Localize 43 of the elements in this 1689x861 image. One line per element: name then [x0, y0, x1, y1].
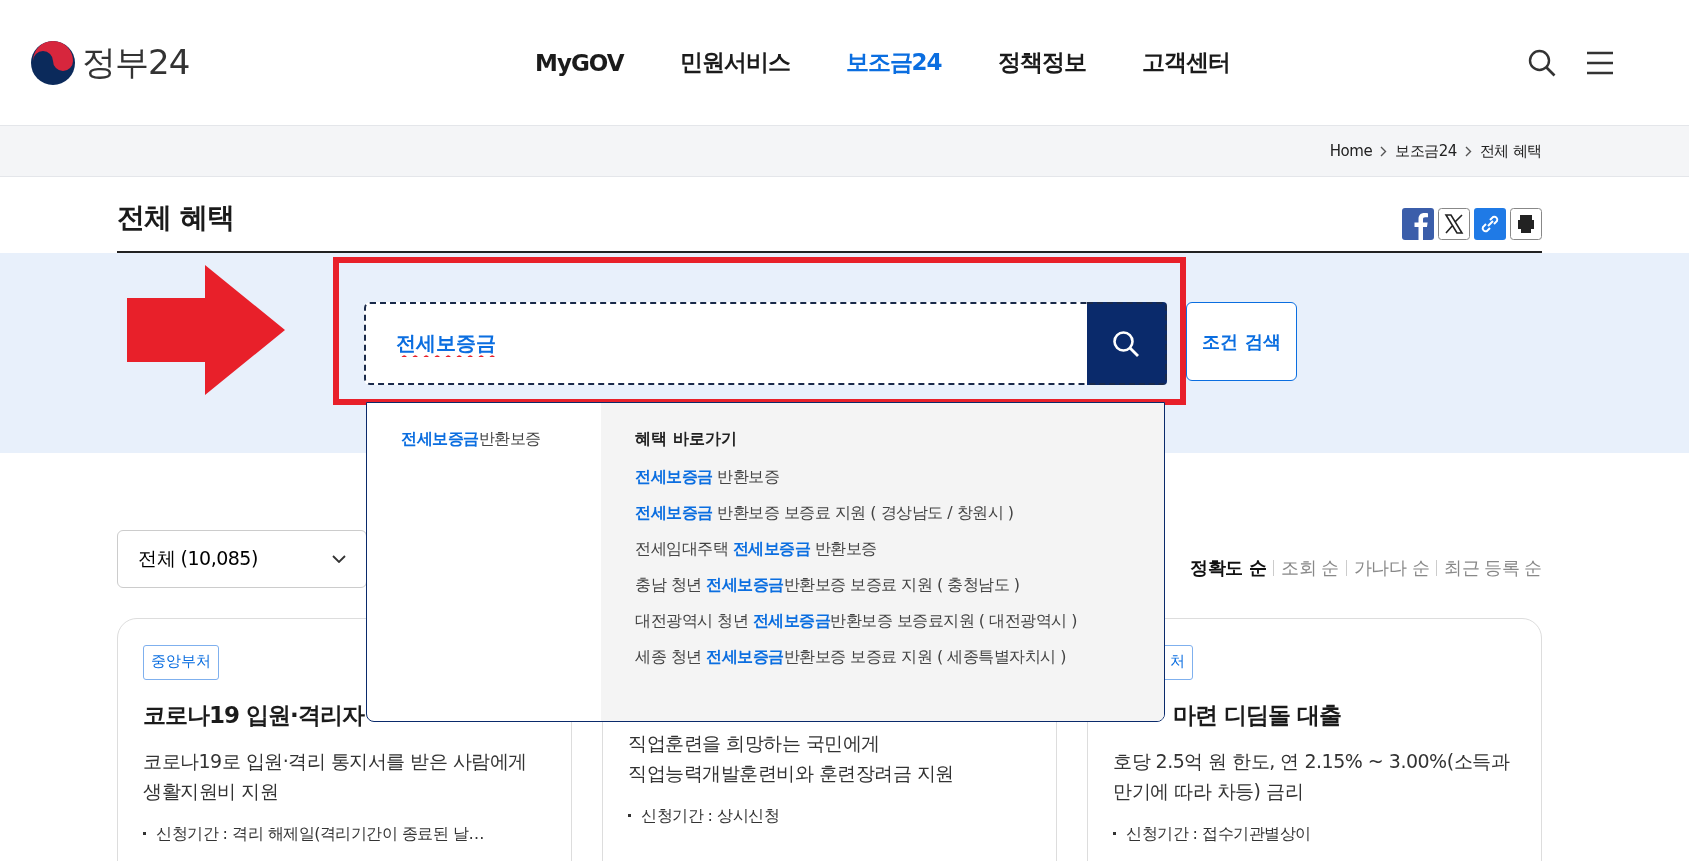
nav-item[interactable]: 고객센터 [1141, 47, 1230, 78]
link-icon[interactable] [1474, 208, 1506, 240]
category-tag: 중앙부처 [143, 645, 219, 680]
page-title: 전체 혜택 [117, 200, 234, 236]
nav-item[interactable]: 정책정보 [997, 47, 1086, 78]
site-logo-text[interactable]: 정부24 [82, 39, 190, 86]
nav-item[interactable]: 보조금24 [845, 47, 942, 78]
shortcut-heading: 혜택 바로가기 [635, 429, 738, 450]
nav-item[interactable]: 민원서비스 [679, 47, 790, 78]
breadcrumb-link[interactable]: 보조금24 [1395, 141, 1457, 161]
benefit-card[interactable]: 직업훈련을 희망하는 국민에게 직업능력개발훈련비와 훈련장려금 지원 신청기간 : 상시신청 [602, 722, 1057, 861]
card-description: 호당 2.5억 원 한도, 연 2.15% ~ 3.00%(소득과 만기에 따라 차등) 금리 [1113, 749, 1510, 804]
benefit-card[interactable]: 중앙부처 코로나19 입원·격리자 코로나19로 입원·격리 통지서를 받은 사람에게 생활지원비 지원 신청기간 : 격리 해제일(격리기간이 종료된 날… [117, 618, 572, 861]
x-icon[interactable] [1438, 208, 1470, 240]
chevron-right-icon [1380, 145, 1388, 157]
search-icon[interactable] [1528, 48, 1556, 77]
shortcut-link[interactable]: 전세임대주택 전세보증금 반환보증 [635, 539, 1164, 560]
card-title: 코로나19 입원·격리자 [143, 701, 364, 730]
shortcut-link[interactable]: 전세보증금 반환보증 보증료 지원 ( 경상남도 / 창원시 ) [635, 503, 1164, 524]
logo-icon [30, 39, 76, 86]
card-description: 직업훈련을 희망하는 국민에게 직업능력개발훈련비와 훈련장려금 지원 [628, 731, 954, 786]
breadcrumb-link[interactable]: Home [1329, 142, 1373, 160]
suggestion-item[interactable]: 전세보증금반환보증 [401, 429, 601, 450]
nav-item[interactable]: MyGOV [535, 47, 624, 78]
category-select[interactable]: 전체 (10,085) [117, 530, 367, 588]
chevron-right-icon [1464, 145, 1472, 157]
card-description: 코로나19로 입원·격리 통지서를 받은 사람에게 생활지원비 지원 [143, 749, 527, 804]
application-period: 신청기간 : 격리 해제일(격리기간이 종료된 날… [143, 824, 485, 845]
menu-icon[interactable] [1586, 50, 1614, 75]
application-period: 신청기간 : 상시신청 [628, 806, 780, 827]
benefit-card[interactable]: 처 마련 디딤돌 대출 호당 2.5억 원 한도, 연 2.15% ~ 3.00%(소득과 만기에 따라 차등) 금리 신청기간 : 접수기관별상이 [1087, 618, 1542, 861]
shortcut-link[interactable]: 전세보증금 반환보증 [635, 467, 1164, 488]
application-period: 신청기간 : 접수기관별상이 [1113, 824, 1311, 845]
sort-option[interactable]: 정확도 순 [1190, 556, 1267, 580]
sort-option[interactable]: 조회 순 [1281, 556, 1339, 580]
breadcrumb-link[interactable]: 전체 혜택 [1479, 141, 1542, 161]
sort-option[interactable]: 최근 등록 순 [1444, 556, 1542, 580]
shortcut-link[interactable]: 충남 청년 전세보증금반환보증 보증료 지원 ( 충청남도 ) [635, 575, 1164, 596]
facebook-icon[interactable] [1402, 208, 1434, 240]
filter-search-button[interactable]: 조건 검색 [1186, 302, 1297, 381]
chevron-down-icon [332, 555, 346, 563]
card-title: 마련 디딤돌 대출 [1173, 701, 1341, 730]
sort-option[interactable]: 가나다 순 [1353, 556, 1430, 580]
